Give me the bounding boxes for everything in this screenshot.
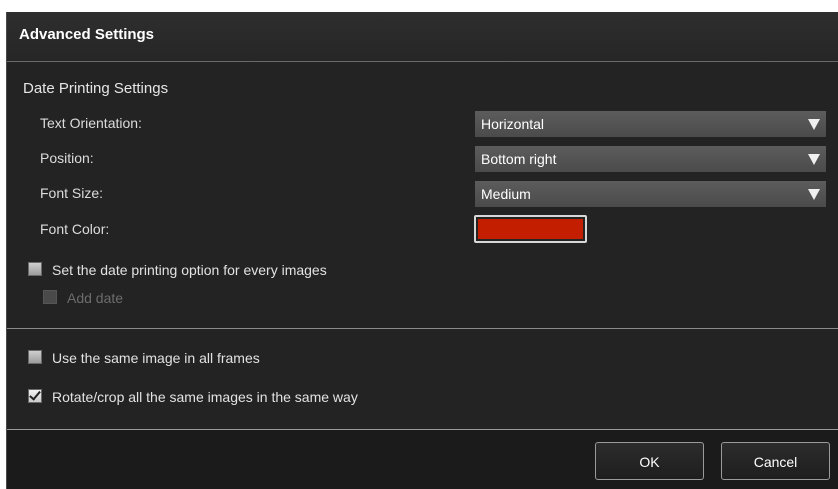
same-image-label: Use the same image in all frames [52,350,260,366]
dropdown-arrow-icon [808,189,820,200]
dialog-titlebar: Advanced Settings [7,12,838,62]
dialog-title: Advanced Settings [19,26,155,43]
text-orientation-dropdown[interactable]: Horizontal [475,111,826,137]
text-orientation-value: Horizontal [481,116,545,132]
section-divider [7,328,838,329]
every-images-label: Set the date printing option for every i… [52,262,327,278]
advanced-settings-dialog: Advanced Settings Date Printing Settings… [6,12,838,489]
font-color-swatch [478,219,583,239]
ok-button[interactable]: OK [595,442,704,480]
font-size-dropdown[interactable]: Medium [475,181,826,207]
same-image-checkbox[interactable] [28,350,42,364]
cancel-button[interactable]: Cancel [721,442,830,480]
text-orientation-label: Text Orientation: [40,115,142,131]
add-date-checkbox[interactable] [43,290,57,304]
font-color-button[interactable] [474,215,587,243]
position-dropdown[interactable]: Bottom right [475,146,826,172]
font-size-label: Font Size: [40,185,104,201]
dropdown-arrow-icon [808,119,820,130]
every-images-checkbox[interactable] [28,262,42,276]
position-label: Position: [40,150,94,166]
add-date-label: Add date [67,290,124,306]
font-size-value: Medium [481,186,531,202]
dialog-footer: OK Cancel [7,430,838,489]
date-printing-section-title: Date Printing Settings [23,80,169,97]
check-icon [29,388,41,401]
font-color-label: Font Color: [40,221,110,237]
position-value: Bottom right [481,151,557,167]
rotate-crop-checkbox[interactable] [28,388,42,403]
rotate-crop-label: Rotate/crop all the same images in the s… [52,389,358,405]
dropdown-arrow-icon [808,154,820,165]
